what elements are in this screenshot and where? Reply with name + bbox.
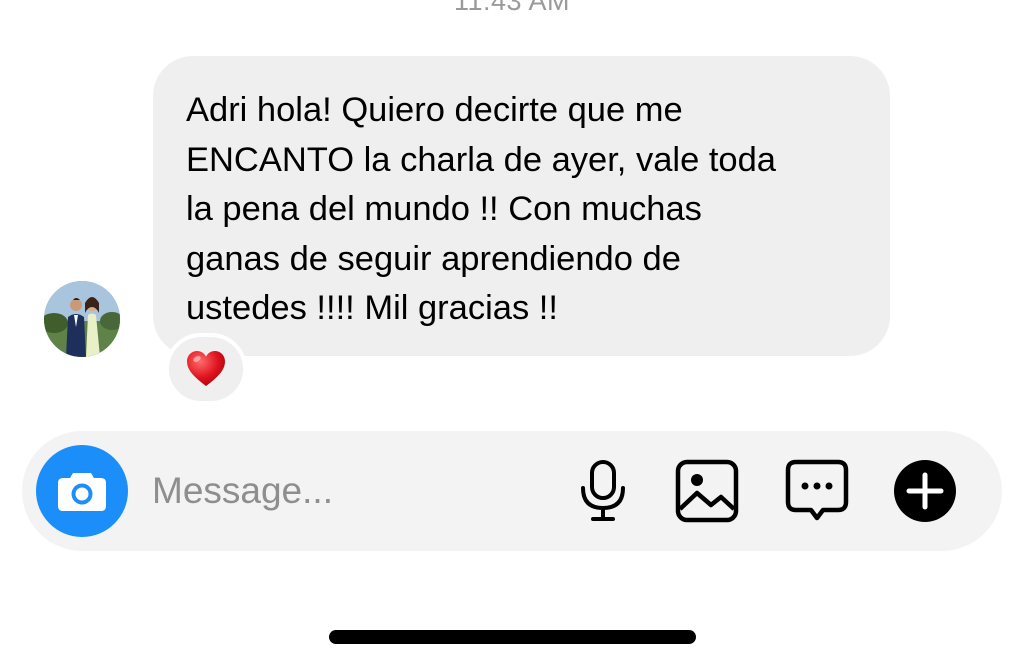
message-input[interactable] bbox=[152, 459, 552, 523]
message-line: ustedes !!!! Mil gracias !! bbox=[186, 289, 558, 327]
profile-photo-icon bbox=[44, 281, 120, 357]
message-line: la pena del mundo !! Con muchas bbox=[186, 190, 702, 228]
message-line: ENCANTO la charla de ayer, vale toda bbox=[186, 140, 776, 179]
home-indicator[interactable] bbox=[329, 630, 696, 644]
microphone-button[interactable] bbox=[571, 459, 635, 523]
plus-icon bbox=[894, 460, 956, 522]
chat-bubble-icon bbox=[785, 459, 849, 521]
message-line: Adri hola! Quiero decirte que me bbox=[186, 91, 683, 129]
message-line: ganas de seguir aprendiendo de bbox=[186, 239, 681, 278]
message-composer bbox=[22, 431, 1002, 551]
camera-button[interactable] bbox=[36, 445, 128, 537]
microphone-icon bbox=[581, 460, 625, 521]
camera-icon bbox=[58, 473, 106, 511]
sender-avatar[interactable] bbox=[44, 281, 120, 357]
message-reaction[interactable] bbox=[165, 333, 247, 405]
incoming-message-bubble[interactable]: Adri hola! Quiero decirte que me ENCANTO… bbox=[153, 56, 890, 356]
message-timestamp: 11:43 AM bbox=[453, 0, 571, 16]
gallery-button[interactable] bbox=[675, 459, 739, 523]
gallery-icon bbox=[675, 459, 739, 523]
sticker-button[interactable] bbox=[785, 459, 849, 523]
add-button[interactable] bbox=[893, 459, 957, 523]
heart-icon bbox=[187, 351, 225, 386]
